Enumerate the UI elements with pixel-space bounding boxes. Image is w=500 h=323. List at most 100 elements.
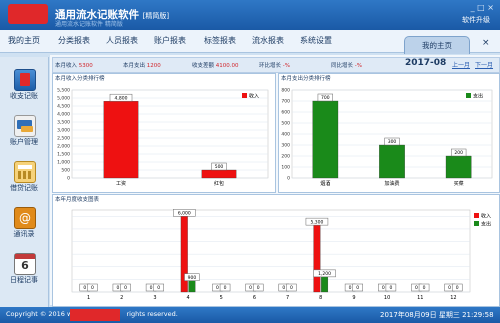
- menu-category-report[interactable]: 分类报表: [58, 35, 90, 46]
- x-tick-label: 工资: [116, 180, 126, 187]
- copyright-tail: rights reserved.: [126, 310, 178, 318]
- annual-chart: 0 010 020 036,00090040 050 060 075,3001,20080 0…: [71, 209, 491, 301]
- expense-chart-title: 本月支出分类排行榜: [281, 76, 331, 82]
- data-label: 0: [382, 285, 385, 291]
- data-label: 0: [415, 285, 418, 291]
- x-tick-label: 11: [417, 295, 423, 301]
- expense-chart: 0 100 200 300 400 500 600 700 800 700 烟酒 300 加油费 200 买…: [281, 88, 493, 187]
- sidebar-item-accounts[interactable]: 账户管理: [2, 113, 46, 159]
- bar-支出-4: [188, 280, 196, 293]
- sidebar-item-contacts[interactable]: @ 通讯录: [2, 205, 46, 251]
- calculator-icon: [14, 161, 36, 183]
- y-tick-label: 600: [281, 110, 290, 116]
- data-label: 1,200: [318, 271, 331, 277]
- bar-买菜: [445, 155, 472, 179]
- bar-烟酒: [312, 100, 339, 179]
- app-subtitle: 通用流水记账软件 精简版: [55, 21, 123, 28]
- x-tick-label: 1: [87, 295, 90, 301]
- window-controls[interactable]: _ □ ×: [471, 3, 494, 12]
- prev-month-link[interactable]: 上一月: [452, 60, 470, 69]
- sidebar-item-label: 账户管理: [10, 138, 38, 146]
- account-card-icon: [14, 115, 36, 137]
- x-tick-label: 5: [220, 295, 223, 301]
- y-tick-label: 0: [67, 176, 70, 182]
- y-tick-label: 200: [281, 154, 290, 160]
- stat-label: 本月收入: [55, 63, 78, 69]
- stat-label: 同比增长: [331, 63, 354, 69]
- next-month-link[interactable]: 下一月: [475, 60, 493, 69]
- data-label: 0: [91, 285, 94, 291]
- stat-income: 本月收入 5300: [55, 61, 93, 69]
- bar-加油费: [379, 144, 405, 179]
- y-tick-label: 100: [281, 165, 290, 171]
- ledger-icon: [14, 69, 36, 91]
- app-logo: [8, 4, 48, 24]
- menu-settings[interactable]: 系统设置: [300, 35, 332, 46]
- y-tick-label: 700: [281, 99, 290, 105]
- y-tick-label: 0: [287, 176, 290, 182]
- y-tick-label: 500: [281, 121, 290, 127]
- data-label: 0: [216, 285, 219, 291]
- data-label: 0: [356, 285, 359, 291]
- bar-工资: [103, 101, 139, 179]
- data-label: 0: [423, 285, 426, 291]
- data-label: 900: [188, 275, 197, 281]
- data-label: 4,800: [115, 95, 128, 101]
- y-tick-label: 2,500: [57, 136, 70, 142]
- legend-swatch: [242, 93, 247, 98]
- x-tick-label: 4: [186, 295, 189, 301]
- y-tick-label: 5,500: [57, 88, 70, 94]
- redaction-block: [70, 309, 120, 321]
- data-label: 0: [116, 285, 119, 291]
- x-tick-label: 10: [384, 295, 390, 301]
- sidebar-item-schedule[interactable]: 6 日程记事: [2, 251, 46, 297]
- x-tick-label: 3: [153, 295, 156, 301]
- stat-label: 收支差额: [192, 63, 215, 69]
- income-chart-title: 本月收入分类排行榜: [55, 76, 105, 82]
- copyright-text: Copyright © 2016 w: [6, 310, 73, 318]
- legend-label: 支出: [481, 221, 491, 228]
- status-bar: Copyright © 2016 w rights reserved. 2017…: [0, 307, 500, 323]
- current-month: 2017-08: [405, 58, 447, 68]
- stat-value: 5300: [78, 63, 93, 69]
- tab-home[interactable]: 我的主页: [404, 36, 470, 54]
- sidebar-item-ledger[interactable]: 收支记账: [2, 67, 46, 113]
- x-tick-label: 6: [253, 295, 256, 301]
- menu-flow-report[interactable]: 流水报表: [252, 35, 284, 46]
- close-icon[interactable]: ×: [482, 38, 490, 48]
- sidebar-item-label: 借贷记账: [10, 184, 38, 192]
- bar-支出-8: [321, 276, 329, 293]
- menu-person-report[interactable]: 人员报表: [106, 35, 138, 46]
- upgrade-link[interactable]: 软件升级: [462, 15, 490, 25]
- y-tick-label: 300: [281, 143, 290, 149]
- stat-value: 4100.00: [215, 63, 239, 69]
- data-label: 300: [388, 139, 397, 145]
- data-label: 0: [456, 285, 459, 291]
- data-label: 0: [150, 285, 153, 291]
- menu-account-report[interactable]: 账户报表: [154, 35, 186, 46]
- data-label: 0: [124, 285, 127, 291]
- status-datetime: 2017年08月09日 星期三 21:29:58: [380, 311, 494, 319]
- y-tick-label: 4,500: [57, 104, 70, 110]
- data-label: 200: [454, 150, 463, 156]
- sidebar-item-label: 收支记账: [10, 92, 38, 100]
- title-bar: 通用流水记账软件 [精简版] 通用流水记账软件 精简版 _ □ × 软件升级: [0, 0, 500, 30]
- data-label: 0: [157, 285, 160, 291]
- y-tick-label: 1,500: [57, 152, 70, 158]
- data-label: 5,300: [310, 219, 323, 225]
- data-label: 0: [448, 285, 451, 291]
- menu-tag-report[interactable]: 标签报表: [204, 35, 236, 46]
- y-tick-label: 4,000: [57, 112, 70, 118]
- y-tick-label: 5,000: [57, 96, 70, 102]
- x-tick-label: 9: [352, 295, 355, 301]
- stat-label: 本月支出: [123, 63, 146, 69]
- sidebar-item-loans[interactable]: 借贷记账: [2, 159, 46, 205]
- sidebar-item-label: 通讯录: [13, 230, 35, 238]
- x-tick-label: 2: [120, 295, 123, 301]
- data-label: 0: [290, 285, 293, 291]
- menu-home[interactable]: 我的主页: [8, 35, 40, 46]
- legend-label: 支出: [473, 93, 483, 100]
- data-label: 0: [249, 285, 252, 291]
- stat-mom-growth: 环比增长 -%: [259, 61, 290, 69]
- data-label: 0: [257, 285, 260, 291]
